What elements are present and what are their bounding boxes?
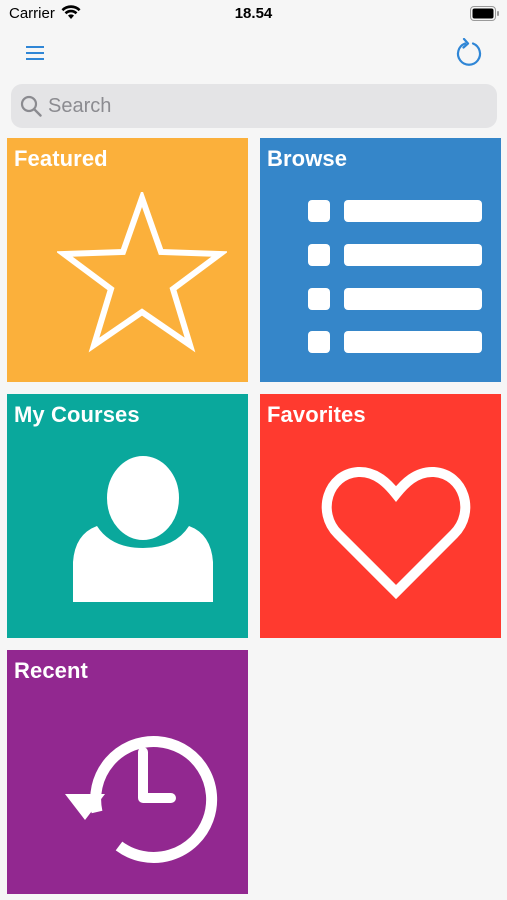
tile-label: Featured	[14, 146, 108, 171]
navigation-bar	[0, 28, 507, 78]
tile-featured[interactable]: Featured	[7, 138, 248, 382]
tile-recent[interactable]: Recent	[7, 650, 248, 894]
refresh-icon	[456, 38, 482, 66]
heart-icon	[321, 467, 471, 600]
tile-favorites[interactable]: Favorites	[260, 394, 501, 638]
menu-button[interactable]	[20, 40, 50, 66]
user-icon	[73, 452, 213, 602]
history-icon	[65, 736, 218, 863]
tile-label: Favorites	[267, 402, 366, 427]
search-icon	[20, 95, 42, 117]
battery-icon	[470, 6, 499, 21]
hamburger-menu-icon	[26, 46, 44, 60]
tile-label: My Courses	[14, 402, 140, 427]
status-time: 18.54	[234, 5, 273, 22]
status-bar: Carrier 18.54	[0, 0, 507, 28]
tile-my-courses[interactable]: My Courses	[7, 394, 248, 638]
list-icon	[308, 200, 482, 353]
search-input[interactable]	[48, 84, 488, 128]
refresh-button[interactable]	[452, 36, 486, 70]
search-bar[interactable]	[11, 84, 497, 128]
tile-browse[interactable]: Browse	[260, 138, 501, 382]
tile-label: Recent	[14, 658, 88, 683]
tile-label: Browse	[267, 146, 348, 171]
star-icon	[57, 192, 227, 353]
